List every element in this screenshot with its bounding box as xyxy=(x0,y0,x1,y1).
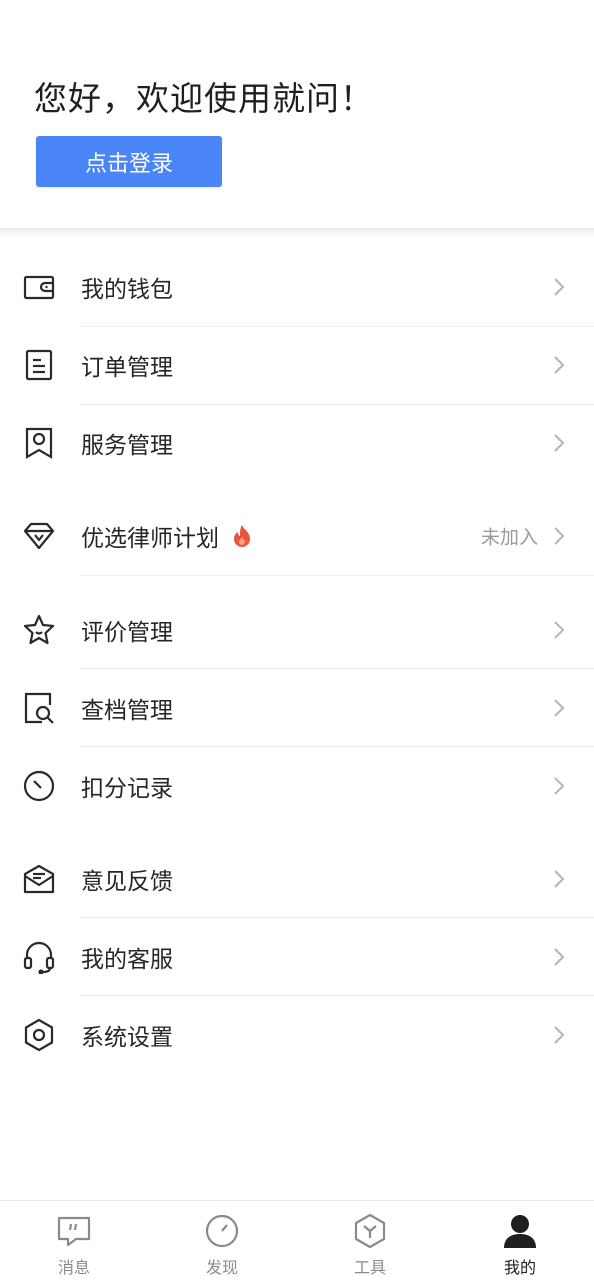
cube-icon xyxy=(352,1213,388,1249)
tab-messages[interactable]: 消息 xyxy=(0,1201,148,1281)
headset-icon xyxy=(22,940,56,974)
hexagon-settings-icon xyxy=(22,1018,56,1052)
chevron-right-icon xyxy=(554,777,565,795)
membership-status: 未加入 xyxy=(480,526,538,549)
menu-label: 优选律师计划 xyxy=(81,519,253,553)
chat-bubble-icon xyxy=(56,1213,92,1249)
header-divider xyxy=(0,228,594,238)
compass-icon xyxy=(204,1213,240,1249)
menu-label: 我的客服 xyxy=(81,947,173,973)
menu-label: 评价管理 xyxy=(81,620,173,646)
fire-icon xyxy=(234,525,250,547)
menu-item-settings[interactable]: 系统设置 xyxy=(0,996,594,1074)
chevron-right-icon xyxy=(554,434,565,452)
chevron-right-icon xyxy=(554,948,565,966)
menu-label: 服务管理 xyxy=(81,433,173,459)
menu-label: 系统设置 xyxy=(81,1025,173,1051)
menu-item-deductions[interactable]: 扣分记录 xyxy=(0,747,594,825)
tab-label: 消息 xyxy=(57,1258,90,1277)
search-document-icon xyxy=(22,691,56,725)
chevron-right-icon xyxy=(554,1026,565,1044)
menu-label: 扣分记录 xyxy=(81,776,173,802)
welcome-greeting: 您好，欢迎使用就问！ xyxy=(34,79,374,118)
person-card-icon xyxy=(22,426,56,460)
profile-header: 您好，欢迎使用就问！ 点击登录 xyxy=(0,0,594,228)
bottom-tab-bar: 消息 发现 工具 我的 xyxy=(0,1200,594,1281)
menu-item-feedback[interactable]: 意见反馈 xyxy=(0,840,594,918)
menu-label: 我的钱包 xyxy=(81,277,173,303)
menu-label: 订单管理 xyxy=(81,355,173,381)
chevron-right-icon xyxy=(554,621,565,639)
menu-label: 意见反馈 xyxy=(81,869,173,895)
tab-discover[interactable]: 发现 xyxy=(148,1201,296,1281)
chevron-right-icon xyxy=(554,699,565,717)
clock-icon xyxy=(22,769,56,803)
tab-tools[interactable]: 工具 xyxy=(296,1201,444,1281)
tab-label: 我的 xyxy=(503,1258,536,1277)
menu-item-wallet[interactable]: 我的钱包 xyxy=(0,248,594,326)
divider xyxy=(80,575,594,576)
menu-item-services[interactable]: 服务管理 xyxy=(0,404,594,482)
mail-icon xyxy=(22,862,56,896)
user-icon xyxy=(502,1213,538,1249)
tab-label: 工具 xyxy=(353,1258,386,1277)
document-icon xyxy=(22,348,56,382)
menu-label: 查档管理 xyxy=(81,698,173,724)
star-icon xyxy=(22,613,56,647)
tab-label: 发现 xyxy=(205,1258,238,1277)
menu-item-support[interactable]: 我的客服 xyxy=(0,918,594,996)
chevron-right-icon xyxy=(554,278,565,296)
menu-label-text: 优选律师计划 xyxy=(81,526,219,552)
chevron-right-icon xyxy=(554,356,565,374)
menu-item-archive[interactable]: 查档管理 xyxy=(0,669,594,747)
menu-item-premium-lawyer[interactable]: 优选律师计划 未加入 xyxy=(0,497,594,575)
wallet-icon xyxy=(22,270,56,304)
chevron-right-icon xyxy=(554,527,565,545)
login-button[interactable]: 点击登录 xyxy=(36,136,222,187)
diamond-icon xyxy=(22,519,56,553)
tab-mine[interactable]: 我的 xyxy=(446,1201,594,1281)
menu-item-orders[interactable]: 订单管理 xyxy=(0,326,594,404)
menu-item-reviews[interactable]: 评价管理 xyxy=(0,591,594,669)
chevron-right-icon xyxy=(554,870,565,888)
